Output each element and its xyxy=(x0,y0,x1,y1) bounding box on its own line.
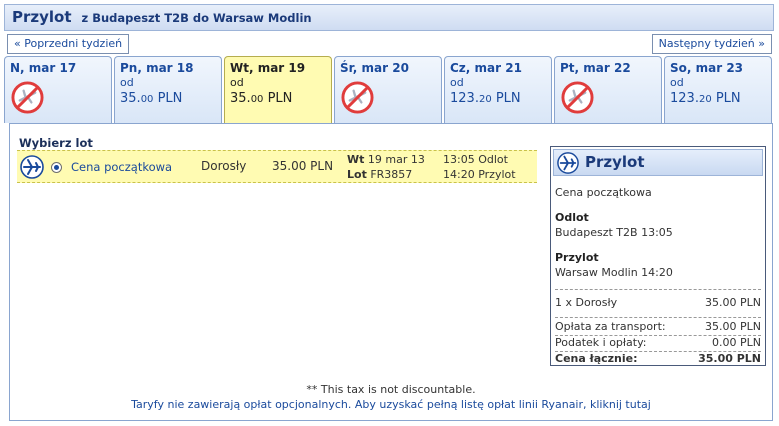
next-week-button[interactable]: Następny tydzień » xyxy=(651,34,772,54)
tax-footnote: ** This tax is not discountable. xyxy=(306,383,476,396)
day-tab-label: So, mar 23 xyxy=(670,61,744,75)
route-subtitle: z Budapeszt T2B do Warsaw Modlin xyxy=(81,11,312,25)
day-tab-label: N, mar 17 xyxy=(10,61,77,75)
day-tabs: N, mar 17 Pn, mar 18 od 35.00 PLN Wt, ma… xyxy=(4,56,774,123)
flight-selection-panel: Wybierz lot Cena początkowa Dorosły 35.0… xyxy=(9,123,773,421)
previous-week-button[interactable]: « Poprzedni tydzień xyxy=(7,34,130,54)
no-flight-icon xyxy=(341,81,374,114)
day-tab-price: 35.00 PLN xyxy=(230,91,293,106)
day-tab-label: Śr, mar 20 xyxy=(340,61,409,75)
day-tab-tue-19[interactable]: Wt, mar 19 od 35.00 PLN xyxy=(224,56,332,123)
summary-arrival-value: Warsaw Modlin 14:20 xyxy=(555,266,673,279)
plane-icon xyxy=(557,152,579,174)
summary-header: Przylot xyxy=(553,149,763,176)
summary-tax-row: Podatek i opłaty: 0.00 PLN xyxy=(555,335,761,349)
fees-info-link[interactable]: Taryfy nie zawierają opłat opcjonalnych.… xyxy=(10,398,772,411)
fare-name: Cena początkowa xyxy=(71,160,173,174)
flight-option-row[interactable]: Cena początkowa Dorosły 35.00 PLN Wt 19 … xyxy=(17,150,537,183)
departure-time: 13:05 Odlot xyxy=(443,153,508,166)
summary-departure-value: Budapeszt T2B 13:05 xyxy=(555,226,673,239)
day-tab-label: Pn, mar 18 xyxy=(120,61,194,75)
page-header: Przylot z Budapeszt T2B do Warsaw Modlin xyxy=(4,4,774,31)
day-tab-price: 123.20 PLN xyxy=(450,91,521,106)
day-tab-label: Wt, mar 19 xyxy=(230,61,306,75)
flight-date: Wt 19 mar 13 xyxy=(347,153,425,166)
summary-total-row: Cena łącznie: 35.00 PLN xyxy=(555,351,761,365)
passenger-type: Dorosły xyxy=(201,159,247,173)
no-flight-icon xyxy=(11,81,44,114)
day-tab-sun-17[interactable]: N, mar 17 xyxy=(4,56,112,123)
summary-title: Przylot xyxy=(585,153,645,171)
no-flight-icon xyxy=(561,81,594,114)
day-tab-from-label: od xyxy=(230,76,244,89)
day-tab-from-label: od xyxy=(670,76,684,89)
booking-summary: Przylot Cena początkowa Odlot Budapeszt … xyxy=(550,146,766,366)
day-tab-price: 35.00 PLN xyxy=(120,91,183,106)
summary-departure-label: Odlot xyxy=(555,211,589,224)
day-tab-label: Pt, mar 22 xyxy=(560,61,631,75)
select-flight-heading: Wybierz lot xyxy=(19,136,93,150)
summary-fare: Cena początkowa xyxy=(555,186,652,199)
day-tab-label: Cz, mar 21 xyxy=(450,61,522,75)
summary-arrival-label: Przylot xyxy=(555,251,599,264)
plane-icon xyxy=(20,155,44,179)
summary-passenger-row: 1 x Dorosły 35.00 PLN xyxy=(555,289,761,317)
day-tab-fri-22[interactable]: Pt, mar 22 xyxy=(554,56,662,123)
day-tab-mon-18[interactable]: Pn, mar 18 od 35.00 PLN xyxy=(114,56,222,123)
page-title: Przylot xyxy=(12,8,72,26)
arrival-time: 14:20 Przylot xyxy=(443,168,516,181)
day-tab-wed-20[interactable]: Śr, mar 20 xyxy=(334,56,442,123)
summary-transport-row: Opłata za transport: 35.00 PLN xyxy=(555,317,761,335)
day-tab-from-label: od xyxy=(120,76,134,89)
day-tab-price: 123.20 PLN xyxy=(670,91,741,106)
fare-radio[interactable] xyxy=(51,162,62,173)
day-tab-sat-23[interactable]: So, mar 23 od 123.20 PLN xyxy=(664,56,772,123)
flight-price: 35.00 PLN xyxy=(272,159,334,173)
day-tab-thu-21[interactable]: Cz, mar 21 od 123.20 PLN xyxy=(444,56,552,123)
flight-number: Lot FR3857 xyxy=(347,168,413,181)
day-tab-from-label: od xyxy=(450,76,464,89)
